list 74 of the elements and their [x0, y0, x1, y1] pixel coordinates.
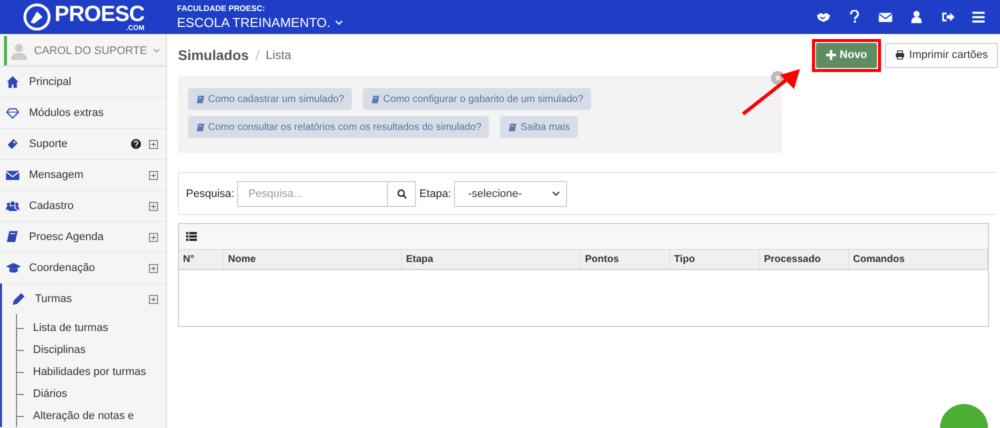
stage-label: Etapa: [419, 188, 452, 200]
school-selector[interactable]: ESCOLA TREINAMENTO. [177, 15, 344, 30]
plus-icon [826, 50, 836, 60]
chevron-down-icon [153, 48, 160, 53]
menu-item[interactable]: Cadastro [0, 190, 166, 221]
search-field[interactable]: Pesquisa... [237, 180, 388, 206]
column-header[interactable]: Pontos [581, 250, 670, 269]
user-menu[interactable]: CAROL DO SUPORTE [4, 36, 166, 66]
avatar-icon [10, 42, 28, 60]
menu-label: Cadastro [29, 200, 74, 212]
menu-icon[interactable] [971, 10, 986, 24]
mail-icon [6, 168, 21, 182]
close-icon[interactable] [771, 71, 785, 85]
book-icon [508, 122, 518, 132]
menu-item[interactable]: Módulos extras [0, 97, 166, 128]
list-icon [186, 232, 197, 241]
logo-text: PROESC [54, 2, 144, 24]
expand-icon[interactable] [149, 170, 158, 180]
diamond-icon [6, 106, 21, 120]
column-header[interactable]: Processado [760, 250, 849, 269]
expand-icon[interactable] [149, 294, 158, 304]
home-icon [6, 75, 21, 89]
help-link[interactable]: Como consultar os relatórios com os resultados do simulado? [188, 116, 490, 138]
expand-icon[interactable] [149, 140, 158, 148]
menu-label: Proesc Agenda [29, 231, 104, 243]
book-icon [196, 94, 205, 104]
help-circle-icon [131, 139, 141, 149]
menu-item[interactable]: Mensagem [0, 159, 166, 190]
chevron-down-icon [335, 20, 344, 25]
book-icon [196, 122, 205, 132]
column-header[interactable]: N° [179, 250, 224, 269]
menu-label: Coordenação [29, 262, 96, 274]
page-title: Simulados [178, 47, 249, 63]
search-label: Pesquisa: [186, 188, 234, 200]
logout-icon[interactable] [940, 10, 955, 24]
user-icon[interactable] [909, 10, 924, 24]
menu-item[interactable]: Suporte [0, 128, 166, 159]
column-header[interactable]: Nome [224, 250, 402, 269]
column-header[interactable]: Comandos [849, 250, 988, 269]
printer-icon [895, 50, 906, 60]
menu-label: Turmas [35, 293, 72, 305]
menu-item[interactable]: Principal [0, 66, 166, 97]
user-name: CAROL DO SUPORTE [34, 44, 148, 56]
menu-label: Principal [29, 76, 72, 88]
help-icon[interactable] [847, 10, 862, 24]
expand-icon[interactable] [149, 232, 158, 242]
expand-icon[interactable] [149, 202, 158, 210]
menu-label: Módulos extras [29, 107, 104, 119]
graduation-cap-icon [6, 261, 21, 275]
help-link[interactable]: Como cadastrar um simulado? [188, 88, 352, 110]
menu-item[interactable]: Coordenação [0, 252, 166, 283]
chevron-down-icon [552, 191, 560, 196]
help-link[interactable]: Saiba mais [500, 116, 578, 138]
menu-label: Suporte [29, 138, 68, 150]
stage-dropdown[interactable]: -selecione- [454, 180, 568, 206]
arrow-drawing [740, 66, 802, 116]
menu-label: Mensagem [29, 169, 84, 181]
mail-icon[interactable] [878, 10, 893, 24]
search-icon [396, 188, 407, 198]
users-icon [6, 199, 21, 213]
help-link[interactable]: Como configurar o gabarito de um simulado? [363, 88, 592, 110]
column-header[interactable]: Etapa [402, 250, 581, 269]
book-icon [371, 94, 380, 104]
institution-name: FACULDADE PROESC: [177, 4, 266, 13]
new-button[interactable]: Novo [816, 42, 878, 68]
pencil-icon [12, 292, 27, 306]
print-button[interactable]: Imprimir cartões [885, 42, 998, 68]
expand-icon[interactable] [149, 264, 158, 272]
logo-icon [22, 3, 51, 31]
breadcrumb-current: Lista [266, 48, 292, 62]
column-header[interactable]: Tipo [670, 250, 760, 269]
search-button[interactable] [387, 180, 416, 206]
menu-item[interactable]: Proesc Agenda [0, 221, 166, 252]
menu-item[interactable]: Turmas [0, 283, 166, 314]
